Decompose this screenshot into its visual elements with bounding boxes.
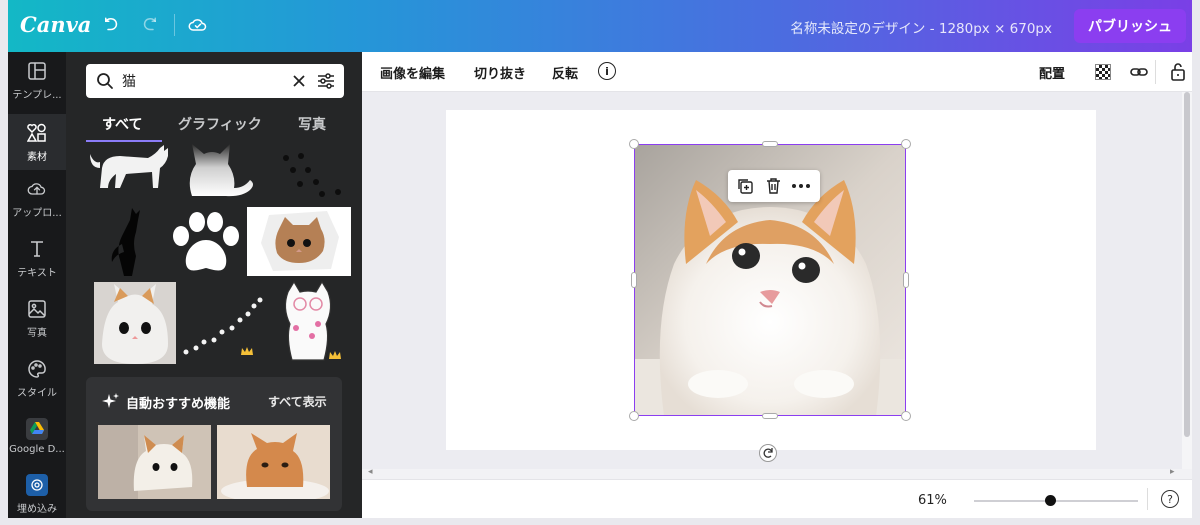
duplicate-icon[interactable] <box>737 178 753 194</box>
help-icon[interactable]: ? <box>1161 490 1179 508</box>
rail-item-templates[interactable]: テンプレ... <box>8 52 66 108</box>
horizontal-scrollbar[interactable]: ◂ ▸ <box>362 467 1192 479</box>
bottom-bar: 61% ? <box>362 479 1192 518</box>
zoom-percentage[interactable]: 61% <box>918 493 947 508</box>
canva-logo[interactable]: Canva <box>20 12 91 37</box>
elements-panel: すべて グラフィック 写真 <box>66 52 362 518</box>
text-icon <box>26 238 48 260</box>
tab-photos[interactable]: 写真 <box>298 114 326 140</box>
arrange-button[interactable]: 配置 <box>1039 63 1065 82</box>
edit-image-button[interactable]: 画像を編集 <box>380 63 445 82</box>
redo-icon[interactable] <box>138 13 162 37</box>
resize-handle-ne[interactable] <box>901 139 911 149</box>
rail-item-elements[interactable]: 素材 <box>8 114 66 170</box>
element-context-bar <box>728 170 820 202</box>
document-title[interactable]: 名称未設定のデザイン - 1280px × 670px <box>790 17 1052 37</box>
template-icon <box>26 60 48 82</box>
google-drive-icon <box>26 417 48 440</box>
photo-icon <box>26 298 48 320</box>
rail-label: スタイル <box>17 387 57 399</box>
scroll-right-icon[interactable]: ▸ <box>1170 467 1175 477</box>
flip-button[interactable]: 反転 <box>552 63 578 82</box>
resize-handle-sw[interactable] <box>629 411 639 421</box>
undo-icon[interactable] <box>99 13 123 37</box>
search-icon <box>97 73 113 89</box>
recommended-section: 自動おすすめ機能 すべて表示 <box>86 377 342 511</box>
rail-item-styles[interactable]: スタイル <box>8 350 66 406</box>
result-paw-trail-white[interactable] <box>178 288 264 362</box>
clear-icon[interactable] <box>292 74 306 88</box>
palette-icon <box>26 358 48 380</box>
more-options-icon[interactable] <box>792 184 810 188</box>
rail-label: Google D... <box>9 443 65 455</box>
elements-icon <box>26 122 48 144</box>
result-cat-peeking-paper[interactable] <box>247 207 351 276</box>
premium-crown-icon <box>241 347 253 355</box>
toolbar-divider <box>1155 60 1156 84</box>
transparency-icon[interactable] <box>1095 64 1111 80</box>
filter-icon[interactable] <box>317 72 335 90</box>
vertical-scroll-thumb[interactable] <box>1184 92 1190 437</box>
bottom-divider <box>1147 488 1148 510</box>
resize-handle-n[interactable] <box>762 141 778 147</box>
recommended-title: 自動おすすめ機能 <box>126 397 231 412</box>
rail-item-photos[interactable]: 写真 <box>8 290 66 346</box>
rail-item-embed[interactable]: 埋め込み <box>8 466 66 518</box>
zoom-slider-knob[interactable] <box>1045 495 1056 506</box>
top-bar: Canva 名称未設定のデザイン - 1280px × 670px パブリッシュ <box>8 0 1192 52</box>
search-input[interactable] <box>122 71 292 91</box>
resize-handle-nw[interactable] <box>629 139 639 149</box>
scroll-left-icon[interactable]: ◂ <box>368 467 373 477</box>
result-white-cat-glasses[interactable] <box>272 278 344 364</box>
result-black-cat-climbing[interactable] <box>96 204 156 278</box>
embed-icon <box>26 473 48 496</box>
rail-item-text[interactable]: テキスト <box>8 230 66 286</box>
resize-handle-se[interactable] <box>901 411 911 421</box>
rail-label: テンプレ... <box>12 89 62 101</box>
tab-all[interactable]: すべて <box>102 114 142 140</box>
resize-handle-w[interactable] <box>631 272 637 288</box>
canvas-area <box>362 92 1182 469</box>
design-page[interactable] <box>446 110 1096 450</box>
rail-label: 素材 <box>27 151 47 163</box>
rail-label: テキスト <box>17 267 57 279</box>
rail-label: 埋め込み <box>17 503 57 515</box>
result-cat-silhouette-walking[interactable] <box>86 142 176 192</box>
left-rail: テンプレ... 素材 アップロ... テキスト 写真 スタイル Google D… <box>8 52 66 518</box>
reco-photo-kitten-lying[interactable] <box>98 425 211 499</box>
zoom-slider-track[interactable] <box>974 500 1138 502</box>
vertical-scrollbar[interactable] <box>1182 92 1192 469</box>
lock-icon[interactable] <box>1170 62 1186 81</box>
tab-graphics[interactable]: グラフィック <box>178 114 262 140</box>
premium-crown-icon <box>329 351 341 359</box>
toolbar-divider <box>174 14 175 36</box>
result-paw-trail-small[interactable] <box>278 148 348 198</box>
rail-item-google-drive[interactable]: Google D... <box>8 408 66 464</box>
see-all-link[interactable]: すべて表示 <box>268 393 327 410</box>
resize-handle-e[interactable] <box>903 272 909 288</box>
link-icon[interactable] <box>1130 63 1148 81</box>
image-toolbar: 画像を編集 切り抜き 反転 i 配置 <box>362 52 1192 92</box>
trash-icon[interactable] <box>766 177 781 194</box>
crop-button[interactable]: 切り抜き <box>474 63 526 82</box>
rail-label: 写真 <box>27 327 47 339</box>
result-cat-silhouette-sitting[interactable] <box>178 142 258 197</box>
resize-handle-s[interactable] <box>762 413 778 419</box>
publish-button[interactable]: パブリッシュ <box>1074 9 1186 43</box>
cloud-save-icon[interactable] <box>186 13 210 37</box>
search-box[interactable] <box>86 64 344 98</box>
info-icon[interactable]: i <box>598 62 616 80</box>
rail-item-uploads[interactable]: アップロ... <box>8 170 66 226</box>
reco-photo-orange-kitten[interactable] <box>217 425 330 499</box>
rotate-handle[interactable] <box>759 444 777 462</box>
canva-editor: Canva 名称未設定のデザイン - 1280px × 670px パブリッシュ… <box>8 0 1192 518</box>
upload-cloud-icon <box>26 178 48 200</box>
rotate-icon <box>763 448 773 458</box>
rail-label: アップロ... <box>12 207 62 219</box>
sparkle-icon <box>102 393 119 408</box>
result-white-paw-print[interactable] <box>166 212 246 276</box>
result-kitten-photo[interactable] <box>94 282 176 364</box>
